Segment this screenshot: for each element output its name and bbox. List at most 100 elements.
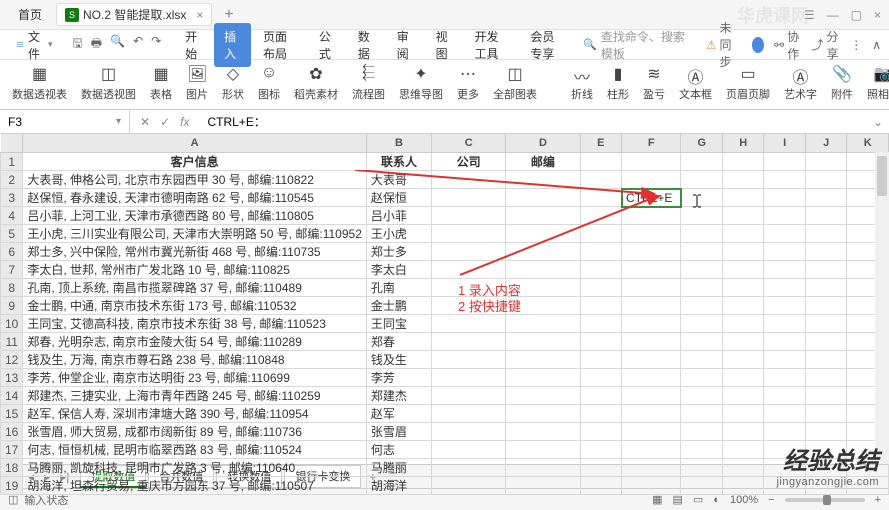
file-menu[interactable]: 文件 ▾ <box>8 24 61 66</box>
menu-tab-3[interactable]: 公式 <box>309 23 346 67</box>
cell-C19[interactable] <box>432 477 506 495</box>
cell-E10[interactable] <box>580 315 621 333</box>
preview-icon[interactable]: 🔍 <box>110 34 125 55</box>
cell-B5[interactable]: 王小虎 <box>366 225 431 243</box>
menu-tab-2[interactable]: 页面布局 <box>253 23 307 67</box>
cell[interactable] <box>723 243 764 261</box>
cell-E4[interactable] <box>580 207 621 225</box>
cell-D18[interactable] <box>506 459 580 477</box>
cell-F8[interactable] <box>622 279 681 297</box>
select-all-corner[interactable] <box>1 134 23 153</box>
cell[interactable] <box>723 261 764 279</box>
cell[interactable] <box>805 459 846 477</box>
cell-D3[interactable] <box>506 189 580 207</box>
cell[interactable] <box>681 225 723 243</box>
cell-B7[interactable]: 李太白 <box>366 261 431 279</box>
cell-E8[interactable] <box>580 279 621 297</box>
undo-icon[interactable]: ↶ <box>133 34 143 55</box>
row-header-13[interactable]: 13 <box>1 369 23 387</box>
cell[interactable] <box>764 261 805 279</box>
cell[interactable] <box>764 279 805 297</box>
cell-F17[interactable] <box>622 441 681 459</box>
cell[interactable] <box>764 153 805 171</box>
cell-B14[interactable]: 郑建杰 <box>366 387 431 405</box>
col-header-K[interactable]: K <box>847 134 889 153</box>
cell-E7[interactable] <box>580 261 621 279</box>
cell-D5[interactable] <box>506 225 580 243</box>
cell[interactable] <box>681 477 723 495</box>
cell-A17[interactable]: 何志, 恒恒机械, 昆明市临翠西路 83 号, 邮编:110524 <box>23 441 367 459</box>
cell-E6[interactable] <box>580 243 621 261</box>
menu-tab-1[interactable]: 插入 <box>214 23 251 67</box>
row-header-12[interactable]: 12 <box>1 351 23 369</box>
cell[interactable] <box>805 369 846 387</box>
cell[interactable] <box>723 153 764 171</box>
cell-B8[interactable]: 孔南 <box>366 279 431 297</box>
cell[interactable] <box>681 261 723 279</box>
avatar[interactable] <box>752 37 764 53</box>
coop-button[interactable]: ⚯协作 <box>774 28 801 62</box>
cell-D4[interactable] <box>506 207 580 225</box>
cell-D2[interactable] <box>506 171 580 189</box>
vertical-scrollbar[interactable] <box>875 152 889 464</box>
name-box-input[interactable] <box>8 115 88 129</box>
search-input-wrap[interactable]: 🔍 查找命令、搜索模板 <box>576 25 694 65</box>
cell[interactable] <box>580 153 621 171</box>
cell-C7[interactable] <box>432 261 506 279</box>
cell-E5[interactable] <box>580 225 621 243</box>
menu-tab-5[interactable]: 审阅 <box>387 23 424 67</box>
cell-D6[interactable] <box>506 243 580 261</box>
cell[interactable] <box>805 441 846 459</box>
cell-C17[interactable] <box>432 441 506 459</box>
cell-D15[interactable] <box>506 405 580 423</box>
row-header-18[interactable]: 18 <box>1 459 23 477</box>
cell[interactable] <box>805 387 846 405</box>
cell[interactable] <box>681 153 723 171</box>
ribbon-思维导图[interactable]: ✦思维导图 <box>395 64 447 102</box>
cell[interactable] <box>723 315 764 333</box>
col-header-C[interactable]: C <box>432 134 506 153</box>
cell-D11[interactable] <box>506 333 580 351</box>
cell[interactable] <box>764 459 805 477</box>
name-box[interactable]: ▾ <box>0 110 130 133</box>
more-icon[interactable]: ⋮ <box>850 38 862 52</box>
ribbon-页眉页脚[interactable]: ▭页眉页脚 <box>722 64 774 102</box>
cell[interactable] <box>723 333 764 351</box>
cell-A14[interactable]: 郑建杰, 三捷实业, 上海市青年西路 245 号, 邮编:110259 <box>23 387 367 405</box>
cell-B12[interactable]: 钱及生 <box>366 351 431 369</box>
cell[interactable] <box>764 225 805 243</box>
cell-F5[interactable] <box>622 225 681 243</box>
cell[interactable] <box>764 297 805 315</box>
ribbon-折线[interactable]: 〰折线 <box>567 64 597 102</box>
cell[interactable] <box>681 297 723 315</box>
chevron-down-icon[interactable]: ▾ <box>116 116 121 127</box>
cell[interactable] <box>764 369 805 387</box>
cell-E9[interactable] <box>580 297 621 315</box>
row-header-1[interactable]: 1 <box>1 153 23 171</box>
cell-A13[interactable]: 李芳, 仲堂企业, 南京市达明街 23 号, 邮编:110699 <box>23 369 367 387</box>
cell-E3[interactable] <box>580 189 621 207</box>
cell-B19[interactable]: 胡海洋 <box>366 477 431 495</box>
cell-B3[interactable]: 赵保恒 <box>366 189 431 207</box>
cell-D19[interactable] <box>506 477 580 495</box>
cell-F7[interactable] <box>622 261 681 279</box>
cell-A5[interactable]: 王小虎, 三川实业有限公司, 天津市大崇明路 50 号, 邮编:110952 <box>23 225 367 243</box>
cell-C2[interactable] <box>432 171 506 189</box>
cell[interactable] <box>681 171 723 189</box>
cell[interactable] <box>805 153 846 171</box>
ribbon-表格[interactable]: ▦表格 <box>146 64 176 102</box>
cell[interactable] <box>764 243 805 261</box>
cell[interactable] <box>805 423 846 441</box>
cell-F12[interactable] <box>622 351 681 369</box>
cell[interactable] <box>681 279 723 297</box>
cell-C5[interactable] <box>432 225 506 243</box>
cell-B10[interactable]: 王同宝 <box>366 315 431 333</box>
cancel-icon[interactable]: ✕ <box>140 115 150 129</box>
row-header-11[interactable]: 11 <box>1 333 23 351</box>
cell-F3[interactable]: CTRL+E <box>622 189 681 207</box>
cell-B17[interactable]: 何志 <box>366 441 431 459</box>
cell-C16[interactable] <box>432 423 506 441</box>
row-header-15[interactable]: 15 <box>1 405 23 423</box>
cell-B13[interactable]: 李芳 <box>366 369 431 387</box>
row-header-17[interactable]: 17 <box>1 441 23 459</box>
